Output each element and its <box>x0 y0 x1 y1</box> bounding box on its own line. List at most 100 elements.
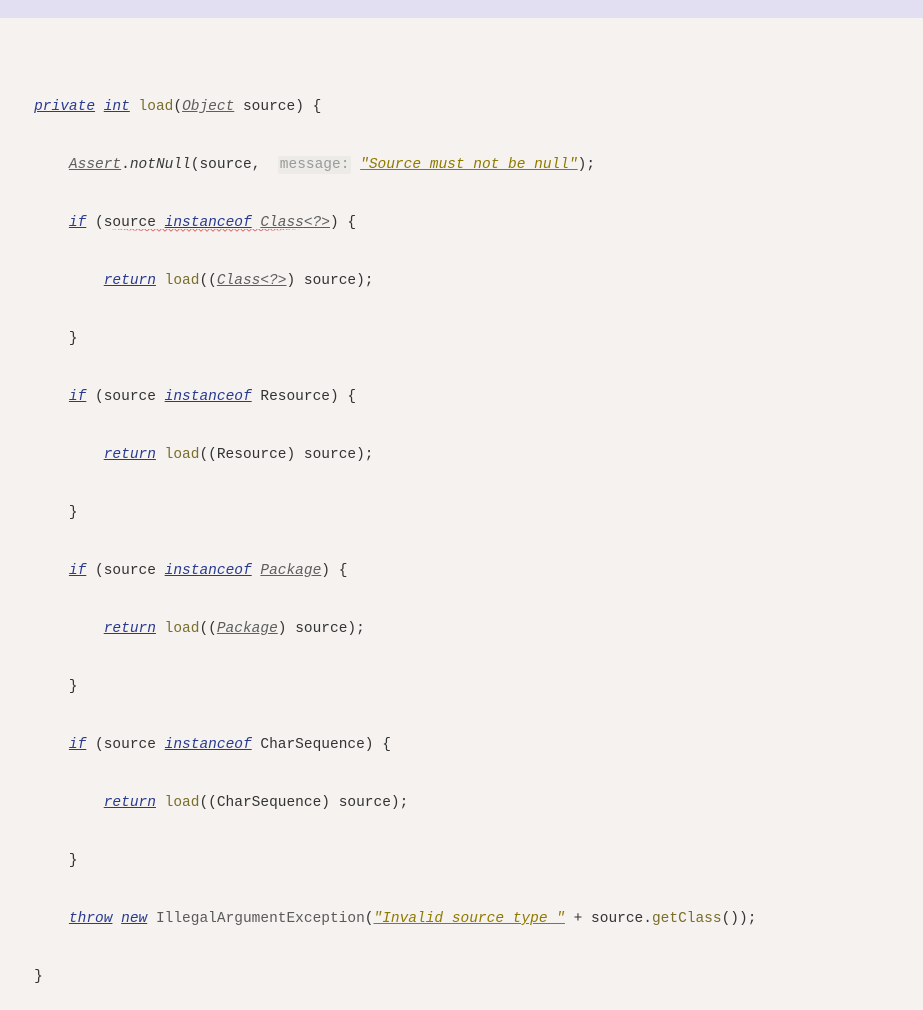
keyword-return: return <box>104 447 156 463</box>
keyword-if: if <box>69 737 86 753</box>
keyword-instanceof: instanceof <box>165 215 252 231</box>
keyword-int: int <box>104 99 130 115</box>
type-class: Class <box>260 215 304 231</box>
keyword-new: new <box>121 911 147 927</box>
paren: ) <box>321 563 330 579</box>
code-line: throw new IllegalArgumentException("Inva… <box>8 905 915 934</box>
type: CharSequence <box>217 795 321 811</box>
type-package: Package <box>217 621 278 637</box>
end: ); <box>356 447 373 463</box>
code-line: return load((Package) source); <box>8 615 915 644</box>
end: ); <box>356 273 373 289</box>
keyword-if: if <box>69 215 86 231</box>
var: source <box>304 447 356 463</box>
keyword-instanceof: instanceof <box>165 737 252 753</box>
method-call: load <box>165 447 200 463</box>
type-object: Object <box>182 99 234 115</box>
brace: { <box>339 563 348 579</box>
inlay-hint: message: <box>278 156 352 174</box>
var: source <box>591 911 643 927</box>
current-line-highlight <box>0 0 923 18</box>
paren: ) <box>330 215 339 231</box>
code-line: return load((Class<?>) source); <box>8 267 915 296</box>
var: source <box>104 563 156 579</box>
brace: { <box>347 389 356 405</box>
var: source <box>104 215 156 231</box>
type: Resource <box>217 447 287 463</box>
method-name: load <box>139 99 174 115</box>
var: source <box>304 273 356 289</box>
keyword-if: if <box>69 389 86 405</box>
code-line: if (source instanceof CharSequence) { <box>8 731 915 760</box>
generic: <?> <box>260 273 286 289</box>
end: ); <box>347 621 364 637</box>
paren: (( <box>199 621 216 637</box>
type: Resource <box>260 389 330 405</box>
arg: source <box>199 157 251 173</box>
error-underline: if (source instanceof Class<?>) <box>69 215 339 232</box>
code-line: if (source instanceof Class<?>) { <box>8 209 915 238</box>
paren: ( <box>95 215 104 231</box>
paren: (( <box>199 273 216 289</box>
type-class: Class <box>217 273 261 289</box>
code-line: if (source instanceof Resource) { <box>8 383 915 412</box>
code-line: private int load(Object source) { <box>8 93 915 122</box>
keyword-instanceof: instanceof <box>165 389 252 405</box>
call: () <box>722 911 739 927</box>
code-block: private int load(Object source) { Assert… <box>8 64 915 1010</box>
paren: (( <box>199 795 216 811</box>
brace: } <box>69 679 78 695</box>
code-line: if (source instanceof Package) { <box>8 557 915 586</box>
var: source <box>104 389 156 405</box>
brace: { <box>347 215 356 231</box>
dot: . <box>643 911 652 927</box>
method-call: getClass <box>652 911 722 927</box>
type: CharSequence <box>260 737 364 753</box>
paren: ( <box>95 737 104 753</box>
var: source <box>104 737 156 753</box>
var: source <box>295 621 347 637</box>
code-line: } <box>8 963 915 992</box>
paren: ) <box>330 389 339 405</box>
method-call: load <box>165 273 200 289</box>
method-call: load <box>165 621 200 637</box>
paren: ) <box>278 621 287 637</box>
keyword-return: return <box>104 273 156 289</box>
keyword-instanceof: instanceof <box>165 563 252 579</box>
string-literal: "Source must not be null" <box>360 157 578 173</box>
code-line: return load((Resource) source); <box>8 441 915 470</box>
method-call: notNull <box>130 157 191 173</box>
paren: ) <box>321 795 330 811</box>
brace: } <box>34 969 43 985</box>
keyword-if: if <box>69 563 86 579</box>
paren: ( <box>365 911 374 927</box>
code-line: } <box>8 325 915 354</box>
code-line: } <box>8 673 915 702</box>
method-call: load <box>165 795 200 811</box>
param: source <box>243 99 295 115</box>
code-line: Assert.notNull(source, message: "Source … <box>8 151 915 180</box>
paren: ( <box>173 99 182 115</box>
generic: <?> <box>304 215 330 231</box>
code-line: return load((CharSequence) source); <box>8 789 915 818</box>
code-line: } <box>8 499 915 528</box>
brace: { <box>313 99 322 115</box>
end: ); <box>739 911 756 927</box>
brace: { <box>382 737 391 753</box>
code-line: } <box>8 847 915 876</box>
paren: ) <box>295 99 304 115</box>
brace: } <box>69 505 78 521</box>
keyword-throw: throw <box>69 911 113 927</box>
end: ); <box>391 795 408 811</box>
paren: ( <box>95 389 104 405</box>
paren: ) <box>286 273 295 289</box>
keyword-return: return <box>104 621 156 637</box>
brace: } <box>69 853 78 869</box>
comma: , <box>252 157 269 173</box>
paren: (( <box>199 447 216 463</box>
plus: + <box>565 911 591 927</box>
code-editor[interactable]: private int load(Object source) { Assert… <box>0 0 923 1010</box>
exception-type: IllegalArgumentException <box>156 911 365 927</box>
paren: ( <box>95 563 104 579</box>
keyword-private: private <box>34 99 95 115</box>
